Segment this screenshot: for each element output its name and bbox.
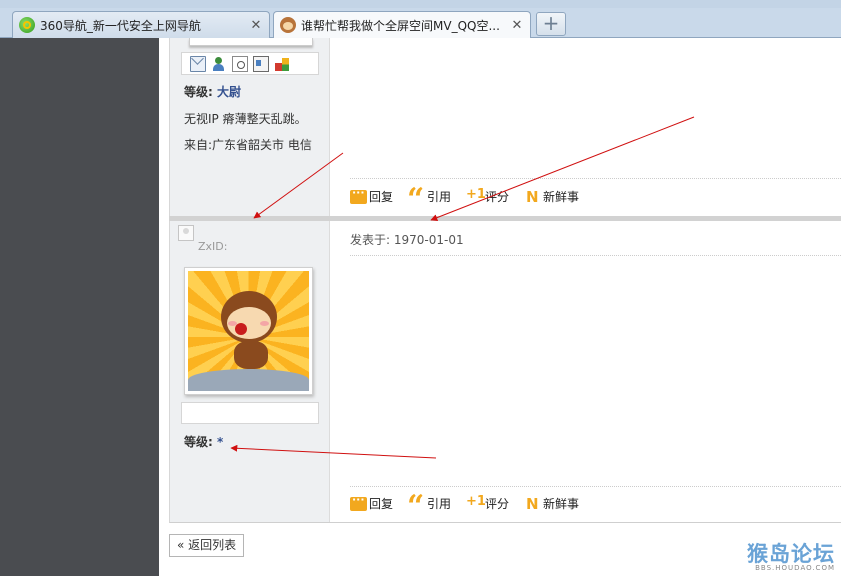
rate-button[interactable]: 评分 — [466, 187, 510, 205]
reply-icon — [350, 493, 367, 511]
back-to-list-button[interactable]: « 返回列表 — [169, 534, 245, 557]
message-icon[interactable] — [190, 55, 206, 72]
tab-bar: 360导航_新一代安全上网导航 ✕ 谁帮忙帮我做个全屏空间MV_QQ空... ✕… — [0, 0, 841, 38]
post-1: 等级: 大尉 无视IP 瘠薄整天乱跳。 来自:广东省韶关市 电信 回复 引用 评… — [169, 38, 841, 217]
quote-icon — [407, 489, 425, 524]
tab-bar-strip — [0, 0, 841, 8]
divider — [350, 486, 841, 487]
left-gutter — [0, 38, 159, 576]
avatar-frame-bottom — [189, 38, 313, 46]
post-1-body: 回复 引用 评分 新鲜事 — [331, 38, 841, 217]
news-label: 新鲜事 — [543, 497, 580, 511]
avatar-ground — [188, 369, 309, 391]
close-icon[interactable]: ✕ — [249, 18, 263, 33]
rate-icon — [466, 187, 486, 204]
monkey-body — [234, 341, 268, 369]
monkey-avatar-image — [188, 271, 309, 391]
reply-label: 回复 — [369, 497, 394, 511]
user-location: 来自:广东省韶关市 电信 — [184, 138, 312, 152]
quote-icon — [407, 182, 425, 217]
add-friend-icon[interactable] — [211, 56, 227, 72]
360-browser-icon — [19, 17, 35, 33]
rate-button[interactable]: 评分 — [466, 494, 510, 512]
divider — [350, 255, 841, 256]
quote-label: 引用 — [427, 190, 452, 204]
avatar[interactable] — [184, 267, 313, 395]
tab-360-nav[interactable]: 360导航_新一代安全上网导航 ✕ — [12, 11, 270, 38]
news-icon — [524, 188, 541, 206]
search-posts-icon[interactable] — [232, 55, 248, 72]
apps-blocks-icon[interactable] — [274, 56, 290, 72]
reply-icon — [350, 186, 367, 204]
share-news-button[interactable]: 新鲜事 — [524, 188, 580, 206]
post-2-actions: 回复 引用 评分 新鲜事 — [350, 489, 594, 524]
quote-button[interactable]: 引用 — [407, 182, 452, 217]
share-news-button[interactable]: 新鲜事 — [524, 495, 580, 513]
reply-button[interactable]: 回复 — [350, 493, 394, 512]
quote-button[interactable]: 引用 — [407, 489, 452, 524]
user-action-icons-empty — [181, 402, 319, 424]
user-rank: 等级: 大尉 — [184, 83, 241, 100]
reply-label: 回复 — [369, 190, 394, 204]
rank-value-link[interactable]: * — [217, 435, 223, 449]
site-watermark: 猴岛论坛 BBS.HOUDAO.COM — [747, 538, 835, 572]
post-1-actions: 回复 引用 评分 新鲜事 — [350, 182, 594, 217]
post-2-user-panel: ZxID: 等级: * — [170, 221, 330, 522]
new-tab-button[interactable]: + — [536, 12, 566, 36]
rate-icon — [466, 494, 486, 511]
post-2: ZxID: 等级: * 发表于: 1970-01-01 ··· 回复 “ 引用 … — [169, 221, 841, 524]
close-icon[interactable]: ✕ — [510, 18, 524, 33]
tab-title: 谁帮忙帮我做个全屏空间MV_QQ空... — [301, 18, 500, 33]
user-status-icon — [178, 225, 194, 241]
monkey-favicon-icon — [280, 17, 296, 33]
rank-label: 等级: — [184, 435, 213, 449]
news-icon — [524, 495, 541, 513]
post-1-user-panel: 等级: 大尉 无视IP 瘠薄整天乱跳。 来自:广东省韶关市 电信 — [170, 38, 330, 216]
rank-value-link[interactable]: 大尉 — [217, 85, 241, 99]
post-2-body: 发表于: 1970-01-01 回复 引用 评分 新鲜事 — [331, 221, 841, 524]
post-timestamp: 发表于: 1970-01-01 — [350, 233, 464, 247]
rank-label: 等级: — [184, 85, 213, 99]
quote-label: 引用 — [427, 497, 452, 511]
username[interactable]: ZxID: — [198, 240, 227, 253]
rate-label: 评分 — [485, 190, 510, 204]
watermark-url: BBS.HOUDAO.COM — [755, 564, 835, 572]
tab-title: 360导航_新一代安全上网导航 — [40, 18, 201, 33]
tab-forum-post[interactable]: 谁帮忙帮我做个全屏空间MV_QQ空... ✕ — [273, 11, 531, 38]
profile-card-icon[interactable] — [253, 55, 269, 72]
monkey-mouth — [235, 323, 247, 335]
news-label: 新鲜事 — [543, 190, 580, 204]
monkey-cheek — [260, 321, 269, 326]
user-rank: 等级: * — [184, 433, 223, 450]
divider — [350, 178, 841, 179]
rate-label: 评分 — [485, 497, 510, 511]
thread-content: 等级: 大尉 无视IP 瘠薄整天乱跳。 来自:广东省韶关市 电信 回复 引用 评… — [159, 38, 841, 576]
user-action-icons — [181, 52, 319, 75]
reply-button[interactable]: 回复 — [350, 186, 394, 205]
user-signature-line: 无视IP 瘠薄整天乱跳。 — [184, 112, 307, 126]
